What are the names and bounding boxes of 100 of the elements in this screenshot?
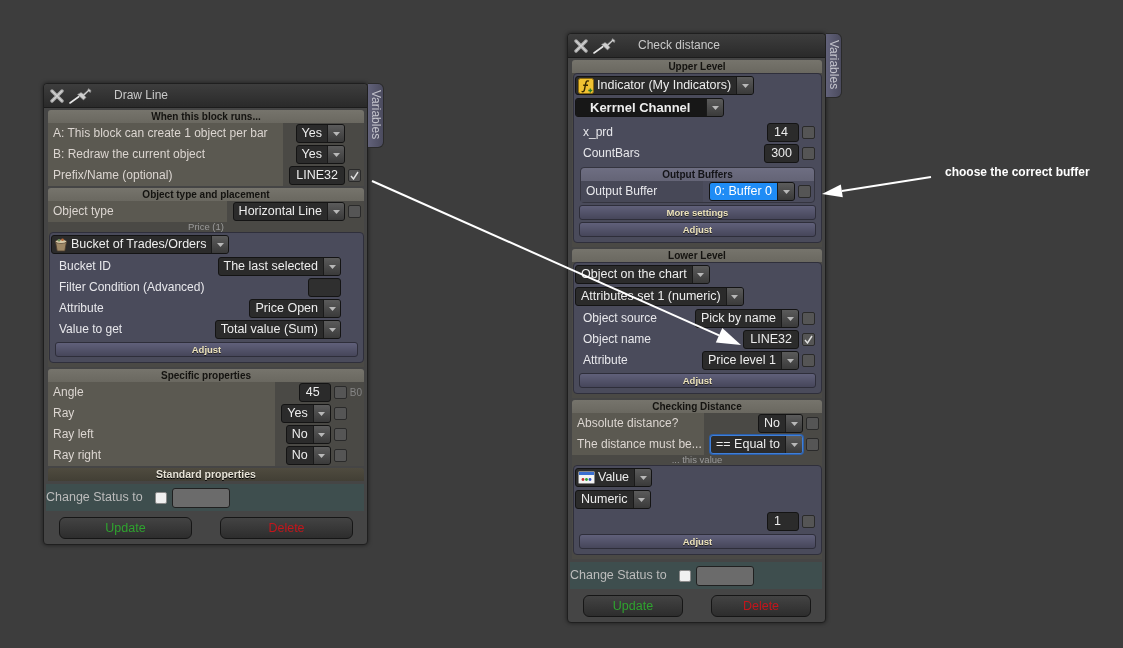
checkbox[interactable] bbox=[333, 428, 347, 441]
caret-icon bbox=[217, 242, 224, 247]
caret-icon bbox=[318, 453, 326, 458]
caret-icon bbox=[332, 131, 340, 136]
input-field[interactable]: 1 bbox=[767, 512, 799, 531]
caret-icon bbox=[697, 272, 705, 277]
dropdown[interactable]: Price Open bbox=[249, 299, 341, 318]
checkbox[interactable] bbox=[802, 147, 815, 160]
dropdown[interactable]: Yes bbox=[295, 145, 345, 164]
input-field[interactable]: LINE32 bbox=[289, 166, 345, 185]
field-label: Bucket ID bbox=[59, 259, 112, 274]
section-header: Lower Level bbox=[572, 249, 822, 262]
caret-icon bbox=[782, 189, 790, 194]
pin-icon[interactable] bbox=[69, 87, 93, 104]
section-header: When this block runs... bbox=[48, 110, 364, 123]
dropdown[interactable]: Price level 1 bbox=[701, 351, 799, 370]
checkbox[interactable] bbox=[348, 205, 361, 218]
dropdown[interactable]: No bbox=[285, 425, 331, 444]
input-field[interactable]: 300 bbox=[764, 144, 799, 163]
field-label: Attribute bbox=[59, 301, 104, 316]
dropdown[interactable]: Value bbox=[575, 468, 653, 487]
dropdown[interactable]: Kerrnel Channel bbox=[575, 98, 725, 117]
checkbox[interactable] bbox=[678, 569, 691, 582]
input-field[interactable] bbox=[308, 278, 341, 297]
dropdown[interactable]: Yes bbox=[281, 404, 331, 423]
dropdown[interactable]: Bucket of Trades/Orders bbox=[51, 235, 230, 254]
panel-title: Check distance bbox=[638, 38, 721, 53]
checkmark-icon bbox=[350, 171, 359, 180]
dropdown[interactable]: Pick by name bbox=[694, 309, 799, 328]
checkbox[interactable] bbox=[802, 126, 815, 139]
field-label: Angle bbox=[53, 385, 84, 400]
checkbox[interactable] bbox=[333, 449, 347, 462]
input-field[interactable] bbox=[695, 565, 754, 586]
field-label: Object source bbox=[583, 311, 658, 326]
close-icon[interactable] bbox=[574, 38, 588, 53]
checkbox[interactable] bbox=[806, 417, 819, 430]
wide-button[interactable]: Adjust bbox=[579, 222, 816, 237]
hint-text: B0 bbox=[349, 386, 362, 399]
checkbox[interactable] bbox=[806, 438, 819, 451]
caption-text: Price (1) bbox=[187, 222, 225, 232]
card-icon bbox=[578, 471, 595, 484]
field-label: Ray right bbox=[53, 448, 102, 463]
caret-icon bbox=[638, 497, 646, 502]
dropdown[interactable]: == Equal to bbox=[710, 435, 803, 454]
wide-button[interactable]: Adjust bbox=[579, 373, 816, 388]
field-label: Change Status to bbox=[46, 490, 143, 505]
checkbox[interactable] bbox=[348, 169, 361, 182]
input-field[interactable]: 14 bbox=[767, 123, 799, 142]
checkbox[interactable] bbox=[802, 354, 815, 367]
caret-icon bbox=[790, 421, 798, 426]
dropdown[interactable]: Horizontal Line bbox=[232, 202, 345, 221]
caret-icon bbox=[328, 264, 336, 269]
dropdown[interactable]: No bbox=[285, 446, 331, 465]
field-label: The distance must be... bbox=[577, 437, 702, 452]
caret-icon bbox=[318, 411, 326, 416]
field-label: Object name bbox=[583, 332, 652, 347]
dropdown[interactable]: No bbox=[758, 414, 803, 433]
checkmark-icon bbox=[804, 335, 813, 344]
dropdown[interactable]: Object on the chart bbox=[575, 265, 710, 284]
section-header: Checking Distance bbox=[572, 400, 822, 413]
checkbox[interactable] bbox=[802, 312, 815, 325]
field-label: Filter Condition (Advanced) bbox=[59, 280, 205, 295]
field-label: x_prd bbox=[583, 125, 614, 140]
input-field[interactable]: 45 bbox=[298, 383, 331, 402]
dropdown[interactable]: The last selected bbox=[217, 257, 341, 276]
pin-icon[interactable] bbox=[593, 37, 617, 54]
checkbox[interactable] bbox=[333, 386, 347, 399]
side-tab[interactable]: Variables bbox=[368, 83, 384, 149]
field-label: Attribute bbox=[583, 353, 628, 368]
wide-button[interactable]: More settings bbox=[579, 205, 816, 220]
callout-text: choose the correct buffer bbox=[945, 165, 1090, 180]
dropdown[interactable]: Indicator (My Indicators) bbox=[575, 76, 755, 95]
caption-text: ... this value bbox=[670, 455, 724, 465]
caret-icon bbox=[786, 316, 794, 321]
action-button[interactable]: Update bbox=[59, 517, 192, 539]
field-label: Ray bbox=[53, 406, 75, 421]
wide-button[interactable]: Adjust bbox=[55, 342, 358, 357]
caret-icon bbox=[332, 152, 340, 157]
checkbox[interactable] bbox=[802, 333, 815, 346]
dropdown[interactable]: Yes bbox=[295, 124, 345, 143]
caret-icon bbox=[741, 83, 749, 88]
checkbox[interactable] bbox=[798, 185, 811, 198]
bucket-icon bbox=[54, 237, 68, 252]
dropdown[interactable]: Numeric bbox=[575, 490, 651, 509]
caret-icon bbox=[786, 358, 794, 363]
dropdown[interactable]: Total value (Sum) bbox=[214, 320, 341, 339]
caret-icon bbox=[332, 209, 340, 214]
section-header: Upper Level bbox=[572, 60, 822, 73]
field-label: CountBars bbox=[583, 146, 640, 161]
field-label: Ray left bbox=[53, 427, 94, 442]
wide-button[interactable]: Adjust bbox=[579, 534, 816, 549]
checkbox[interactable] bbox=[333, 407, 347, 420]
side-tab[interactable]: Variables bbox=[826, 33, 842, 99]
close-icon[interactable] bbox=[50, 88, 64, 103]
dropdown[interactable]: Attributes set 1 (numeric) bbox=[575, 287, 744, 306]
checkbox[interactable] bbox=[802, 515, 815, 528]
input-field[interactable]: LINE32 bbox=[743, 330, 799, 349]
input-field[interactable] bbox=[171, 487, 230, 508]
action-button[interactable]: Update bbox=[583, 595, 683, 617]
checkbox[interactable] bbox=[154, 491, 167, 504]
